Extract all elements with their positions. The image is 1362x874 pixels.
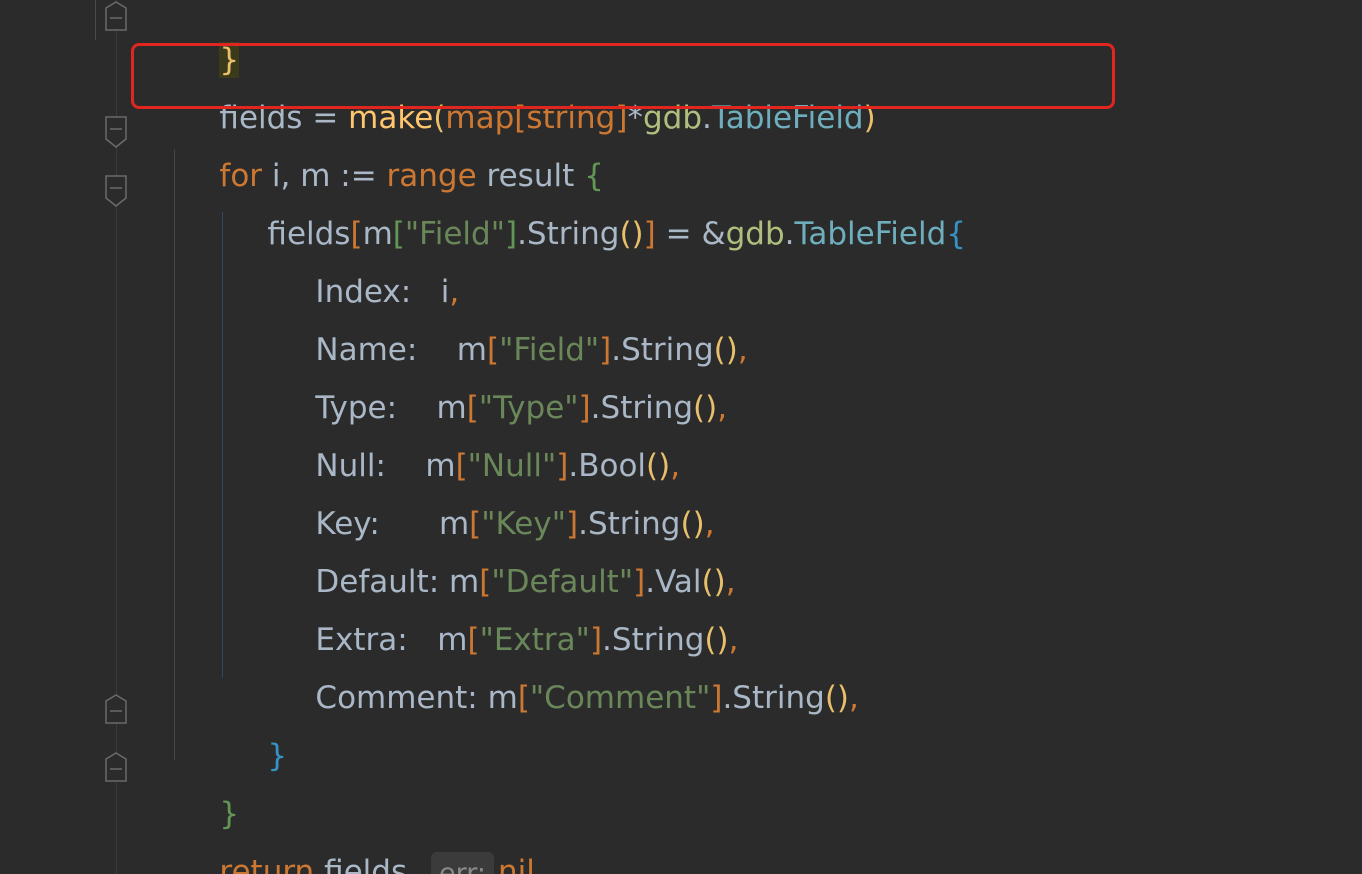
highlight-annotation-box [131, 43, 1115, 109]
fold-end-icon[interactable] [104, 693, 128, 727]
comma: , [717, 390, 728, 426]
dot: . [784, 216, 795, 252]
field-line[interactable]: Type: m["Type"].String(), [276, 342, 727, 426]
bracket: [ [517, 680, 530, 716]
operator: = & [655, 216, 726, 252]
fold-end-icon[interactable] [104, 751, 128, 785]
paren: () [824, 680, 850, 716]
code-line[interactable]: } [228, 690, 287, 774]
method-call: .String [517, 216, 620, 252]
method-call: .String [722, 680, 825, 716]
brace: { [946, 216, 966, 252]
code-line[interactable]: } [180, 748, 239, 832]
fold-start-icon[interactable] [104, 174, 128, 208]
bracket: ] [710, 680, 723, 716]
brace: } [267, 738, 288, 774]
fold-start-icon[interactable] [104, 115, 128, 149]
indent-guide [222, 212, 223, 678]
keyword: return [219, 854, 315, 874]
field-line[interactable]: Default: m["Default"].Val(), [276, 516, 735, 600]
paren: () [693, 390, 718, 426]
code-editor[interactable]: } fields = make(map[string]*gdb.TableFie… [0, 0, 1362, 874]
comma: , [849, 680, 859, 716]
keyword: nil [497, 854, 535, 874]
comma: , [407, 854, 417, 874]
paren: () [619, 216, 644, 252]
parameter-hint: err: [430, 852, 494, 874]
package-name: gdb [725, 216, 785, 252]
code-line[interactable]: } [180, 0, 240, 78]
field-line[interactable]: Comment: m["Comment"].String(), [276, 632, 858, 716]
indent-guide [174, 150, 175, 760]
string-literal: "Comment" [529, 680, 711, 716]
field-name: Comment: [315, 680, 478, 716]
field-line[interactable]: Null: m["Null"].Bool(), [276, 400, 680, 484]
identifier: m [487, 680, 518, 716]
code-line-assign[interactable]: fields[m["Field"].String()] = &gdb.Table… [228, 168, 966, 252]
field-line[interactable]: Key: m["Key"].String(), [276, 458, 714, 542]
field-line[interactable]: Name: m["Field"].String(), [276, 284, 747, 368]
bracket: ] [643, 216, 656, 252]
comma: , [737, 332, 748, 368]
gutter-divider [95, 0, 96, 40]
type-name: TableField [794, 216, 947, 252]
field-line[interactable]: Extra: m["Extra"].String(), [276, 574, 738, 658]
bracket: ] [504, 216, 518, 252]
code-line-return[interactable]: return fields, err: nil [180, 806, 535, 874]
code-line-for[interactable]: for i, m := range result { [180, 110, 603, 194]
identifier: fields [314, 854, 408, 874]
fold-end-icon[interactable] [104, 0, 128, 34]
field-line[interactable]: Index: i, [276, 226, 459, 310]
